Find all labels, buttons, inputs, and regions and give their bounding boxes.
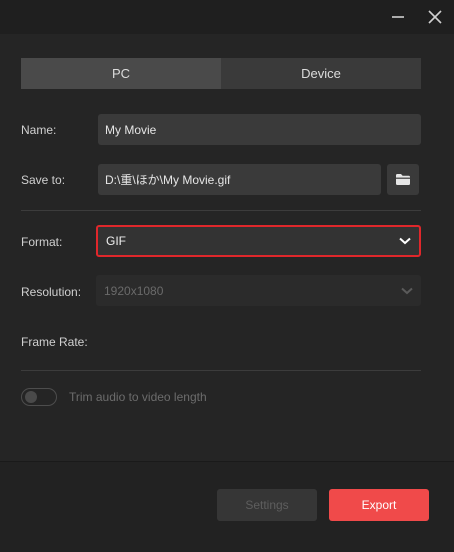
name-input[interactable]: My Movie xyxy=(98,114,421,145)
trim-audio-toggle[interactable] xyxy=(21,388,57,406)
format-value: GIF xyxy=(106,234,126,248)
divider xyxy=(21,370,421,371)
resolution-label: Resolution: xyxy=(21,285,82,299)
tab-device[interactable]: Device xyxy=(221,58,421,89)
minimize-icon xyxy=(392,16,404,18)
close-icon xyxy=(428,10,442,24)
close-button[interactable] xyxy=(423,6,447,28)
name-value: My Movie xyxy=(105,122,157,137)
save-to-label: Save to: xyxy=(21,173,66,187)
save-path-input[interactable]: D:\重\ほか\My Movie.gif xyxy=(98,164,381,195)
minimize-button[interactable] xyxy=(386,6,410,28)
save-path-value: D:\重\ほか\My Movie.gif xyxy=(105,173,231,187)
trim-audio-label: Trim audio to video length xyxy=(69,390,207,404)
format-select[interactable]: GIF xyxy=(96,225,421,257)
target-tabs: PC Device xyxy=(21,58,421,89)
settings-button[interactable]: Settings xyxy=(217,489,317,521)
frame-rate-label: Frame Rate: xyxy=(21,335,88,349)
folder-icon xyxy=(396,174,410,185)
toggle-knob xyxy=(25,391,37,403)
name-label: Name: xyxy=(21,123,57,137)
resolution-value: 1920x1080 xyxy=(104,283,164,298)
export-button[interactable]: Export xyxy=(329,489,429,521)
divider xyxy=(21,210,421,211)
chevron-down-icon xyxy=(399,237,411,245)
format-label: Format: xyxy=(21,235,63,249)
chevron-down-icon xyxy=(401,287,413,294)
resolution-select[interactable]: 1920x1080 xyxy=(96,275,421,306)
tab-pc[interactable]: PC xyxy=(21,58,221,89)
browse-folder-button[interactable] xyxy=(387,164,419,195)
title-bar xyxy=(0,0,454,34)
